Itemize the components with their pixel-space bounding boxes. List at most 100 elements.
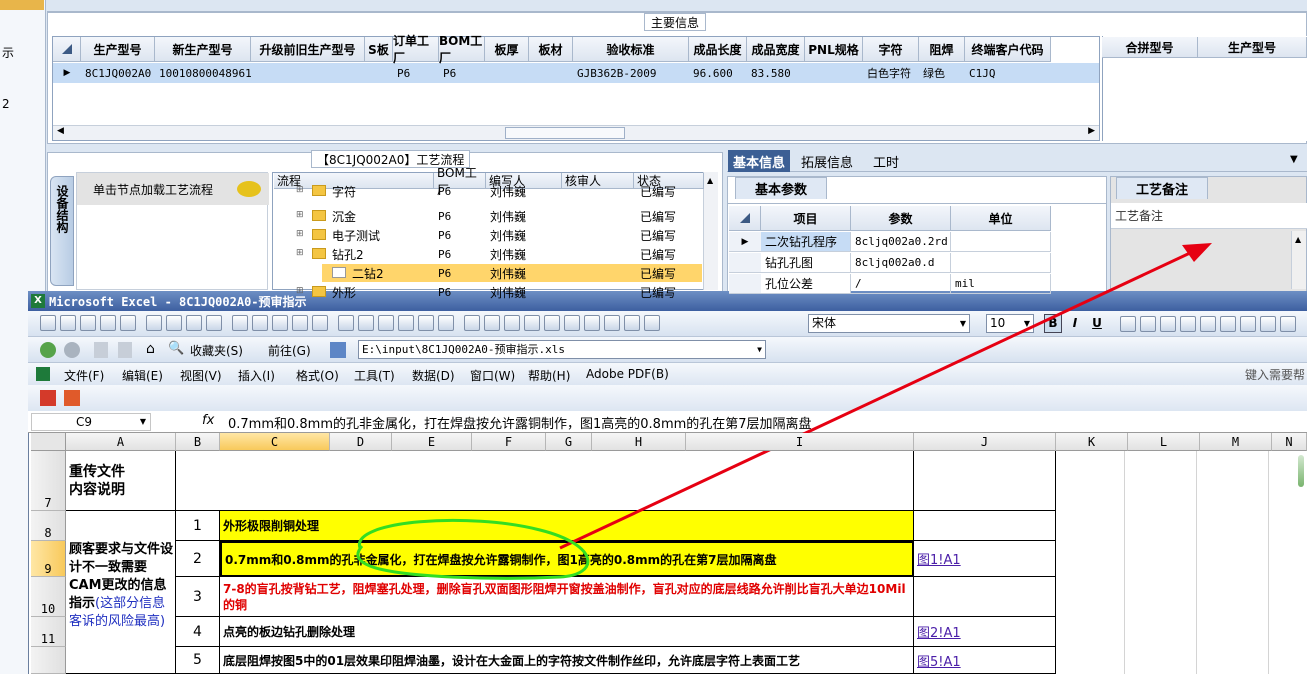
process-factory: P6 [438,247,452,261]
folder-icon [312,229,326,240]
process-status: 已编写 [640,247,677,262]
folder-icon [312,210,326,221]
column-header[interactable]: K [1056,433,1128,451]
param-item[interactable]: 孔位公差 [761,274,851,294]
folder-icon [312,286,326,297]
column-header[interactable]: F [472,433,546,451]
row-pointer-icon [729,253,761,273]
column-header[interactable]: A [66,433,176,451]
process-name[interactable]: 钻孔2 [328,245,364,263]
process-writer: 刘伟巍 [490,266,527,281]
row-header[interactable] [31,647,66,674]
process-factory: P6 [438,285,452,299]
process-reviewer [562,245,566,263]
column-header[interactable]: J [914,433,1056,451]
process-factory: P6 [438,184,452,198]
main-cell [251,63,365,83]
process-factory: P6 [438,209,452,223]
row-header[interactable]: 11 [31,617,66,647]
param-item[interactable]: 二次钻孔程序 [761,232,851,252]
annotation-overlay [356,243,1212,580]
main-col-header: 板材 [529,37,573,62]
row-pointer-icon: ▶ [729,232,761,252]
folder-icon [312,248,326,259]
annotation-green-circle [356,518,590,580]
process-status: 已编写 [640,266,677,281]
annotation-arrow-head [1182,243,1212,262]
row-header[interactable]: 8 [31,511,66,541]
process-name[interactable]: 外形 [328,283,356,301]
process-status: 已编写 [640,184,677,199]
process-factory: P6 [438,228,452,242]
column-header[interactable]: N [1272,433,1307,451]
main-cell: GJB362B-2009 [577,66,657,80]
column-header[interactable]: M [1200,433,1272,451]
main-col-header: 终端客户代码 [965,37,1051,62]
main-cell: 83.580 [751,66,791,80]
main-cell [529,63,573,83]
main-col-header: 成品宽度 [747,37,805,62]
main-cell: P6 [443,66,457,80]
param-unit[interactable] [951,253,1051,273]
process-reviewer [562,182,566,200]
column-header[interactable]: H [592,433,686,451]
param-value[interactable]: 8cljq002a0.2rd [851,232,951,252]
tree-expander-icon[interactable]: ⊞ [296,185,304,195]
process-status: 已编写 [640,209,677,224]
main-col-header: 验收标准 [573,37,689,62]
main-col-header: 字符 [863,37,919,62]
main-cell [485,63,529,83]
column-header[interactable]: D [330,433,392,451]
process-writer: 刘伟巍 [490,285,527,300]
folder-icon [312,185,326,196]
main-cell: 10010800048961 [159,66,252,80]
process-reviewer [562,283,566,301]
row-header[interactable]: 9 [31,541,66,577]
row-pointer-icon [729,274,761,294]
param-item[interactable]: 钻孔孔图 [761,253,851,273]
param-value[interactable]: / [851,274,951,294]
process-status: 已编写 [640,228,677,243]
main-col-header: 新生产型号 [155,37,251,62]
column-header[interactable]: B [176,433,220,451]
process-name[interactable]: 二钻2 [348,264,384,282]
main-cell [365,63,393,83]
main-cell: 绿色 [923,67,945,80]
main-col-header: BOM工厂 [439,34,485,65]
main-col-header: S板 [365,37,393,62]
process-factory: P6 [438,266,452,280]
file-icon [332,267,346,278]
main-cell [805,63,863,83]
main-col-header: 生产型号 [81,37,155,62]
process-writer: 刘伟巍 [490,184,527,199]
param-unit[interactable] [951,232,1051,252]
main-col-header: 升级前旧生产型号 [251,37,365,62]
param-value[interactable]: 8cljq002a0.d [851,253,951,273]
process-name[interactable]: 沉金 [328,207,356,225]
process-col-header: 核审人 [562,173,634,189]
process-writer: 刘伟巍 [490,247,527,262]
param-unit[interactable]: mil [951,274,1051,294]
column-header[interactable]: E [392,433,472,451]
process-reviewer [562,226,566,244]
column-header[interactable]: C [220,433,330,451]
main-cell: P6 [397,66,411,80]
process-name[interactable]: 字符 [328,182,356,200]
main-cell: 白色字符 [867,67,911,80]
main-col-header: 阻焊 [919,37,965,62]
column-header[interactable]: I [686,433,914,451]
tree-expander-icon[interactable]: ⊞ [296,210,304,220]
main-col-header: PNL规格 [805,37,863,62]
tree-expander-icon[interactable]: ⊞ [296,248,304,258]
column-header[interactable]: G [546,433,592,451]
main-col-header: 成品长度 [689,37,747,62]
row-header[interactable]: 7 [31,451,66,511]
main-col-header: 订单工厂 [393,34,439,65]
row-header[interactable]: 10 [31,577,66,617]
process-status: 已编写 [640,285,677,300]
process-reviewer [562,264,566,282]
column-header[interactable]: L [1128,433,1200,451]
tree-expander-icon[interactable]: ⊞ [296,286,304,296]
tree-expander-icon[interactable]: ⊞ [296,229,304,239]
process-name[interactable]: 电子测试 [328,226,380,244]
